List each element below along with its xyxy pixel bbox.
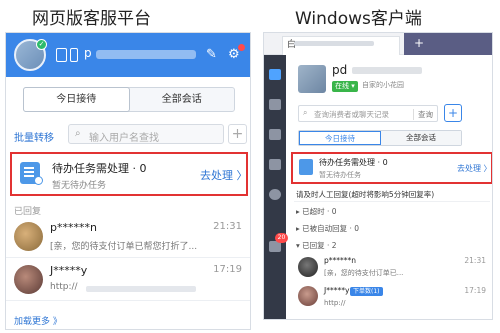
windows-client-heading: Windows客户端 bbox=[295, 9, 422, 29]
unread-badge: 20 bbox=[275, 233, 288, 243]
search-input[interactable]: ⌕ 输入用户名查找 bbox=[68, 124, 224, 144]
search-button[interactable]: 查询 bbox=[413, 109, 433, 120]
tab-today[interactable]: 今日接待 bbox=[299, 131, 381, 145]
new-tab-button[interactable]: + bbox=[414, 36, 424, 50]
task-list-icon bbox=[299, 159, 313, 175]
conversation-message: http:// bbox=[324, 299, 346, 307]
avatar bbox=[14, 265, 43, 294]
tab-all-sessions[interactable]: 全部会话 bbox=[381, 131, 461, 145]
document-icon[interactable] bbox=[269, 99, 281, 110]
profile-name: pd bbox=[332, 63, 348, 77]
list-item[interactable]: p******n 21:31 [亲，您的待支付订单已帮您打折了... bbox=[6, 216, 250, 258]
order-count-tag: 下单数(1) bbox=[350, 287, 383, 296]
avatar bbox=[14, 222, 43, 251]
conversation-name[interactable]: p******n bbox=[324, 256, 356, 265]
conversation-name: p******n bbox=[50, 221, 97, 234]
conversation-name: J*****y bbox=[50, 264, 88, 277]
avatar bbox=[298, 286, 318, 306]
message-mask bbox=[86, 286, 196, 292]
session-tabs: 今日接待 全部会话 bbox=[23, 87, 235, 112]
side-nav: 20 bbox=[264, 55, 288, 319]
search-placeholder: 查询消费者或聊天记录 bbox=[314, 110, 389, 119]
conversation-time: 21:31 bbox=[464, 256, 486, 265]
web-header: ✓ p ✎ ⚙ bbox=[6, 33, 250, 77]
online-check-icon: ✓ bbox=[36, 39, 47, 50]
web-client-panel: ✓ p ✎ ⚙ 今日接待 全部会话 批量转移 ⌕ 输入用户名查找 + 待办任务需… bbox=[5, 32, 251, 330]
group-timeout[interactable]: ▸ 已超时 · 0 bbox=[296, 206, 337, 217]
load-more-link[interactable]: 加载更多 》 bbox=[14, 314, 62, 327]
clock-icon bbox=[34, 176, 43, 185]
web-version-heading: 网页版客服平台 bbox=[32, 9, 151, 29]
todo-card[interactable]: 待办任务需处理 · 0 暂无待办任务 去处理 〉 bbox=[10, 152, 248, 196]
user-name: p bbox=[84, 46, 92, 60]
search-placeholder: 输入用户名查找 bbox=[89, 133, 159, 144]
divider bbox=[294, 201, 490, 202]
chat-icon[interactable] bbox=[269, 69, 281, 80]
search-input[interactable]: ⌕ 查询消费者或聊天记录 查询 bbox=[298, 105, 438, 122]
batch-transfer-link[interactable]: 批量转移 bbox=[14, 129, 54, 144]
lock-icon[interactable] bbox=[269, 129, 281, 140]
add-button[interactable]: + bbox=[444, 104, 462, 122]
phone-icon bbox=[70, 48, 78, 62]
search-icon: ⌕ bbox=[303, 108, 308, 117]
window-title-mask bbox=[294, 41, 374, 46]
session-tabs: 今日接待 全部会话 bbox=[298, 130, 462, 146]
title-bar: 白 + bbox=[264, 33, 492, 55]
conversation-time: 21:31 bbox=[213, 221, 242, 232]
online-status-dropdown[interactable]: 在线 ▾ bbox=[332, 81, 358, 92]
queue-notice: 请及时人工回复(超时将影响5分钟回复率) bbox=[296, 190, 435, 199]
list-item[interactable]: J*****y 17:19 http:// bbox=[6, 259, 250, 301]
windows-client-panel: 白 + 20 pd 在线 ▾ 自家的小花园 ⌕ 查询消费者或聊天记录 查询 + … bbox=[263, 32, 493, 320]
todo-subtitle: 暂无待办任务 bbox=[52, 181, 107, 191]
conversation-name[interactable]: J*****y bbox=[324, 286, 349, 295]
tab-all-sessions[interactable]: 全部会话 bbox=[130, 88, 235, 111]
search-icon: ⌕ bbox=[75, 128, 81, 139]
user-name-mask bbox=[96, 50, 196, 59]
conversation-message: [亲，您的待支付订单已帮您打折了... bbox=[50, 242, 198, 252]
tab-today[interactable]: 今日接待 bbox=[23, 87, 130, 112]
profile-name-mask bbox=[352, 67, 422, 74]
todo-process-link[interactable]: 去处理 〉 bbox=[200, 167, 248, 183]
avatar[interactable] bbox=[298, 65, 326, 93]
todo-card[interactable]: 待办任务需处理 · 0 暂无待办任务 去处理 〉 bbox=[291, 152, 492, 184]
conversation-time: 17:19 bbox=[464, 286, 486, 295]
profile-signature: 自家的小花园 bbox=[362, 81, 404, 89]
notification-dot bbox=[238, 44, 245, 51]
group-replied[interactable]: ▾ 已回复 · 2 bbox=[296, 240, 337, 251]
add-button[interactable]: + bbox=[228, 124, 247, 144]
avatar bbox=[298, 257, 318, 277]
todo-title: 待办任务需处理 · 0 bbox=[52, 162, 147, 175]
todo-title: 待办任务需处理 · 0 bbox=[319, 158, 388, 167]
leaf-icon[interactable] bbox=[269, 189, 281, 200]
device-icon bbox=[56, 48, 67, 62]
todo-subtitle: 暂无待办任务 bbox=[319, 171, 361, 179]
chart-icon[interactable] bbox=[269, 159, 281, 170]
conversation-message: http:// bbox=[50, 282, 78, 292]
group-auto-replied[interactable]: ▸ 已被自动回复 · 0 bbox=[296, 223, 359, 234]
conversation-message: [亲，您的待支付订单已... bbox=[324, 269, 404, 277]
todo-process-link[interactable]: 去处理 〉 bbox=[457, 163, 492, 174]
edit-icon[interactable]: ✎ bbox=[206, 47, 217, 62]
conversation-time: 17:19 bbox=[213, 264, 242, 275]
